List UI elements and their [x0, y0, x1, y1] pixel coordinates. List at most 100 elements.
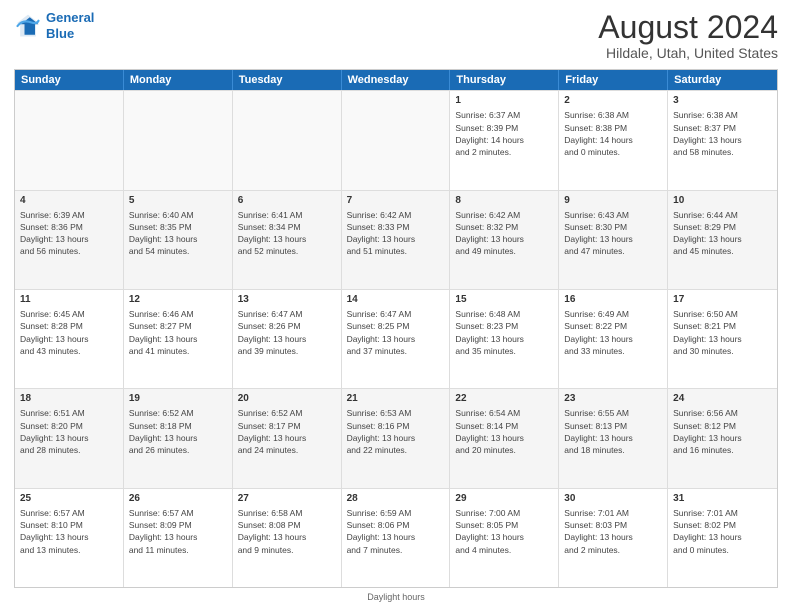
day-number: 25	[20, 492, 118, 506]
day-cell-11: 11Sunrise: 6:45 AM Sunset: 8:28 PM Dayli…	[15, 290, 124, 388]
day-cell-empty	[233, 91, 342, 189]
day-info: Sunrise: 6:54 AM Sunset: 8:14 PM Dayligh…	[455, 407, 553, 456]
day-cell-9: 9Sunrise: 6:43 AM Sunset: 8:30 PM Daylig…	[559, 191, 668, 289]
day-number: 21	[347, 392, 445, 406]
day-number: 17	[673, 293, 772, 307]
day-cell-6: 6Sunrise: 6:41 AM Sunset: 8:34 PM Daylig…	[233, 191, 342, 289]
week-row-5: 25Sunrise: 6:57 AM Sunset: 8:10 PM Dayli…	[15, 488, 777, 587]
day-number: 14	[347, 293, 445, 307]
day-info: Sunrise: 6:53 AM Sunset: 8:16 PM Dayligh…	[347, 407, 445, 456]
day-info: Sunrise: 7:01 AM Sunset: 8:02 PM Dayligh…	[673, 507, 772, 556]
day-cell-24: 24Sunrise: 6:56 AM Sunset: 8:12 PM Dayli…	[668, 389, 777, 487]
day-info: Sunrise: 6:56 AM Sunset: 8:12 PM Dayligh…	[673, 407, 772, 456]
day-cell-1: 1Sunrise: 6:37 AM Sunset: 8:39 PM Daylig…	[450, 91, 559, 189]
day-cell-22: 22Sunrise: 6:54 AM Sunset: 8:14 PM Dayli…	[450, 389, 559, 487]
day-info: Sunrise: 6:43 AM Sunset: 8:30 PM Dayligh…	[564, 209, 662, 258]
day-header-friday: Friday	[559, 70, 668, 90]
calendar-body: 1Sunrise: 6:37 AM Sunset: 8:39 PM Daylig…	[15, 90, 777, 587]
day-number: 3	[673, 94, 772, 108]
day-info: Sunrise: 6:40 AM Sunset: 8:35 PM Dayligh…	[129, 209, 227, 258]
day-info: Sunrise: 6:45 AM Sunset: 8:28 PM Dayligh…	[20, 308, 118, 357]
day-header-thursday: Thursday	[450, 70, 559, 90]
day-cell-27: 27Sunrise: 6:58 AM Sunset: 8:08 PM Dayli…	[233, 489, 342, 587]
day-cell-23: 23Sunrise: 6:55 AM Sunset: 8:13 PM Dayli…	[559, 389, 668, 487]
day-header-sunday: Sunday	[15, 70, 124, 90]
month-title: August 2024	[598, 10, 778, 45]
day-info: Sunrise: 6:59 AM Sunset: 8:06 PM Dayligh…	[347, 507, 445, 556]
logo-icon	[14, 12, 42, 40]
logo: General Blue	[14, 10, 94, 41]
day-info: Sunrise: 6:41 AM Sunset: 8:34 PM Dayligh…	[238, 209, 336, 258]
day-cell-2: 2Sunrise: 6:38 AM Sunset: 8:38 PM Daylig…	[559, 91, 668, 189]
day-number: 1	[455, 94, 553, 108]
day-info: Sunrise: 6:57 AM Sunset: 8:10 PM Dayligh…	[20, 507, 118, 556]
day-info: Sunrise: 6:38 AM Sunset: 8:38 PM Dayligh…	[564, 109, 662, 158]
day-number: 12	[129, 293, 227, 307]
day-info: Sunrise: 6:46 AM Sunset: 8:27 PM Dayligh…	[129, 308, 227, 357]
day-header-wednesday: Wednesday	[342, 70, 451, 90]
day-cell-19: 19Sunrise: 6:52 AM Sunset: 8:18 PM Dayli…	[124, 389, 233, 487]
day-number: 24	[673, 392, 772, 406]
day-info: Sunrise: 7:00 AM Sunset: 8:05 PM Dayligh…	[455, 507, 553, 556]
day-number: 11	[20, 293, 118, 307]
day-number: 31	[673, 492, 772, 506]
day-cell-empty	[342, 91, 451, 189]
day-number: 13	[238, 293, 336, 307]
day-info: Sunrise: 7:01 AM Sunset: 8:03 PM Dayligh…	[564, 507, 662, 556]
day-cell-29: 29Sunrise: 7:00 AM Sunset: 8:05 PM Dayli…	[450, 489, 559, 587]
day-cell-17: 17Sunrise: 6:50 AM Sunset: 8:21 PM Dayli…	[668, 290, 777, 388]
day-cell-28: 28Sunrise: 6:59 AM Sunset: 8:06 PM Dayli…	[342, 489, 451, 587]
day-cell-31: 31Sunrise: 7:01 AM Sunset: 8:02 PM Dayli…	[668, 489, 777, 587]
day-number: 18	[20, 392, 118, 406]
day-number: 22	[455, 392, 553, 406]
day-cell-8: 8Sunrise: 6:42 AM Sunset: 8:32 PM Daylig…	[450, 191, 559, 289]
day-info: Sunrise: 6:50 AM Sunset: 8:21 PM Dayligh…	[673, 308, 772, 357]
day-info: Sunrise: 6:38 AM Sunset: 8:37 PM Dayligh…	[673, 109, 772, 158]
day-info: Sunrise: 6:48 AM Sunset: 8:23 PM Dayligh…	[455, 308, 553, 357]
day-headers-row: SundayMondayTuesdayWednesdayThursdayFrid…	[15, 70, 777, 90]
day-cell-16: 16Sunrise: 6:49 AM Sunset: 8:22 PM Dayli…	[559, 290, 668, 388]
day-info: Sunrise: 6:47 AM Sunset: 8:25 PM Dayligh…	[347, 308, 445, 357]
day-cell-12: 12Sunrise: 6:46 AM Sunset: 8:27 PM Dayli…	[124, 290, 233, 388]
day-number: 26	[129, 492, 227, 506]
day-cell-30: 30Sunrise: 7:01 AM Sunset: 8:03 PM Dayli…	[559, 489, 668, 587]
day-number: 28	[347, 492, 445, 506]
week-row-4: 18Sunrise: 6:51 AM Sunset: 8:20 PM Dayli…	[15, 388, 777, 487]
day-number: 4	[20, 194, 118, 208]
day-number: 8	[455, 194, 553, 208]
day-header-tuesday: Tuesday	[233, 70, 342, 90]
day-cell-7: 7Sunrise: 6:42 AM Sunset: 8:33 PM Daylig…	[342, 191, 451, 289]
day-info: Sunrise: 6:39 AM Sunset: 8:36 PM Dayligh…	[20, 209, 118, 258]
title-block: August 2024 Hildale, Utah, United States	[598, 10, 778, 61]
day-cell-21: 21Sunrise: 6:53 AM Sunset: 8:16 PM Dayli…	[342, 389, 451, 487]
day-number: 30	[564, 492, 662, 506]
logo-text: General Blue	[46, 10, 94, 41]
day-number: 9	[564, 194, 662, 208]
day-info: Sunrise: 6:37 AM Sunset: 8:39 PM Dayligh…	[455, 109, 553, 158]
footer-note: Daylight hours	[14, 592, 778, 602]
day-cell-18: 18Sunrise: 6:51 AM Sunset: 8:20 PM Dayli…	[15, 389, 124, 487]
day-number: 16	[564, 293, 662, 307]
day-cell-25: 25Sunrise: 6:57 AM Sunset: 8:10 PM Dayli…	[15, 489, 124, 587]
day-info: Sunrise: 6:52 AM Sunset: 8:18 PM Dayligh…	[129, 407, 227, 456]
day-number: 6	[238, 194, 336, 208]
day-header-saturday: Saturday	[668, 70, 777, 90]
day-info: Sunrise: 6:44 AM Sunset: 8:29 PM Dayligh…	[673, 209, 772, 258]
day-cell-empty	[124, 91, 233, 189]
day-info: Sunrise: 6:49 AM Sunset: 8:22 PM Dayligh…	[564, 308, 662, 357]
day-info: Sunrise: 6:42 AM Sunset: 8:33 PM Dayligh…	[347, 209, 445, 258]
day-info: Sunrise: 6:57 AM Sunset: 8:09 PM Dayligh…	[129, 507, 227, 556]
week-row-2: 4Sunrise: 6:39 AM Sunset: 8:36 PM Daylig…	[15, 190, 777, 289]
day-cell-4: 4Sunrise: 6:39 AM Sunset: 8:36 PM Daylig…	[15, 191, 124, 289]
day-number: 23	[564, 392, 662, 406]
day-number: 20	[238, 392, 336, 406]
day-number: 29	[455, 492, 553, 506]
location-subtitle: Hildale, Utah, United States	[598, 45, 778, 61]
day-cell-10: 10Sunrise: 6:44 AM Sunset: 8:29 PM Dayli…	[668, 191, 777, 289]
week-row-3: 11Sunrise: 6:45 AM Sunset: 8:28 PM Dayli…	[15, 289, 777, 388]
day-cell-5: 5Sunrise: 6:40 AM Sunset: 8:35 PM Daylig…	[124, 191, 233, 289]
day-number: 10	[673, 194, 772, 208]
day-info: Sunrise: 6:51 AM Sunset: 8:20 PM Dayligh…	[20, 407, 118, 456]
day-number: 7	[347, 194, 445, 208]
day-number: 27	[238, 492, 336, 506]
